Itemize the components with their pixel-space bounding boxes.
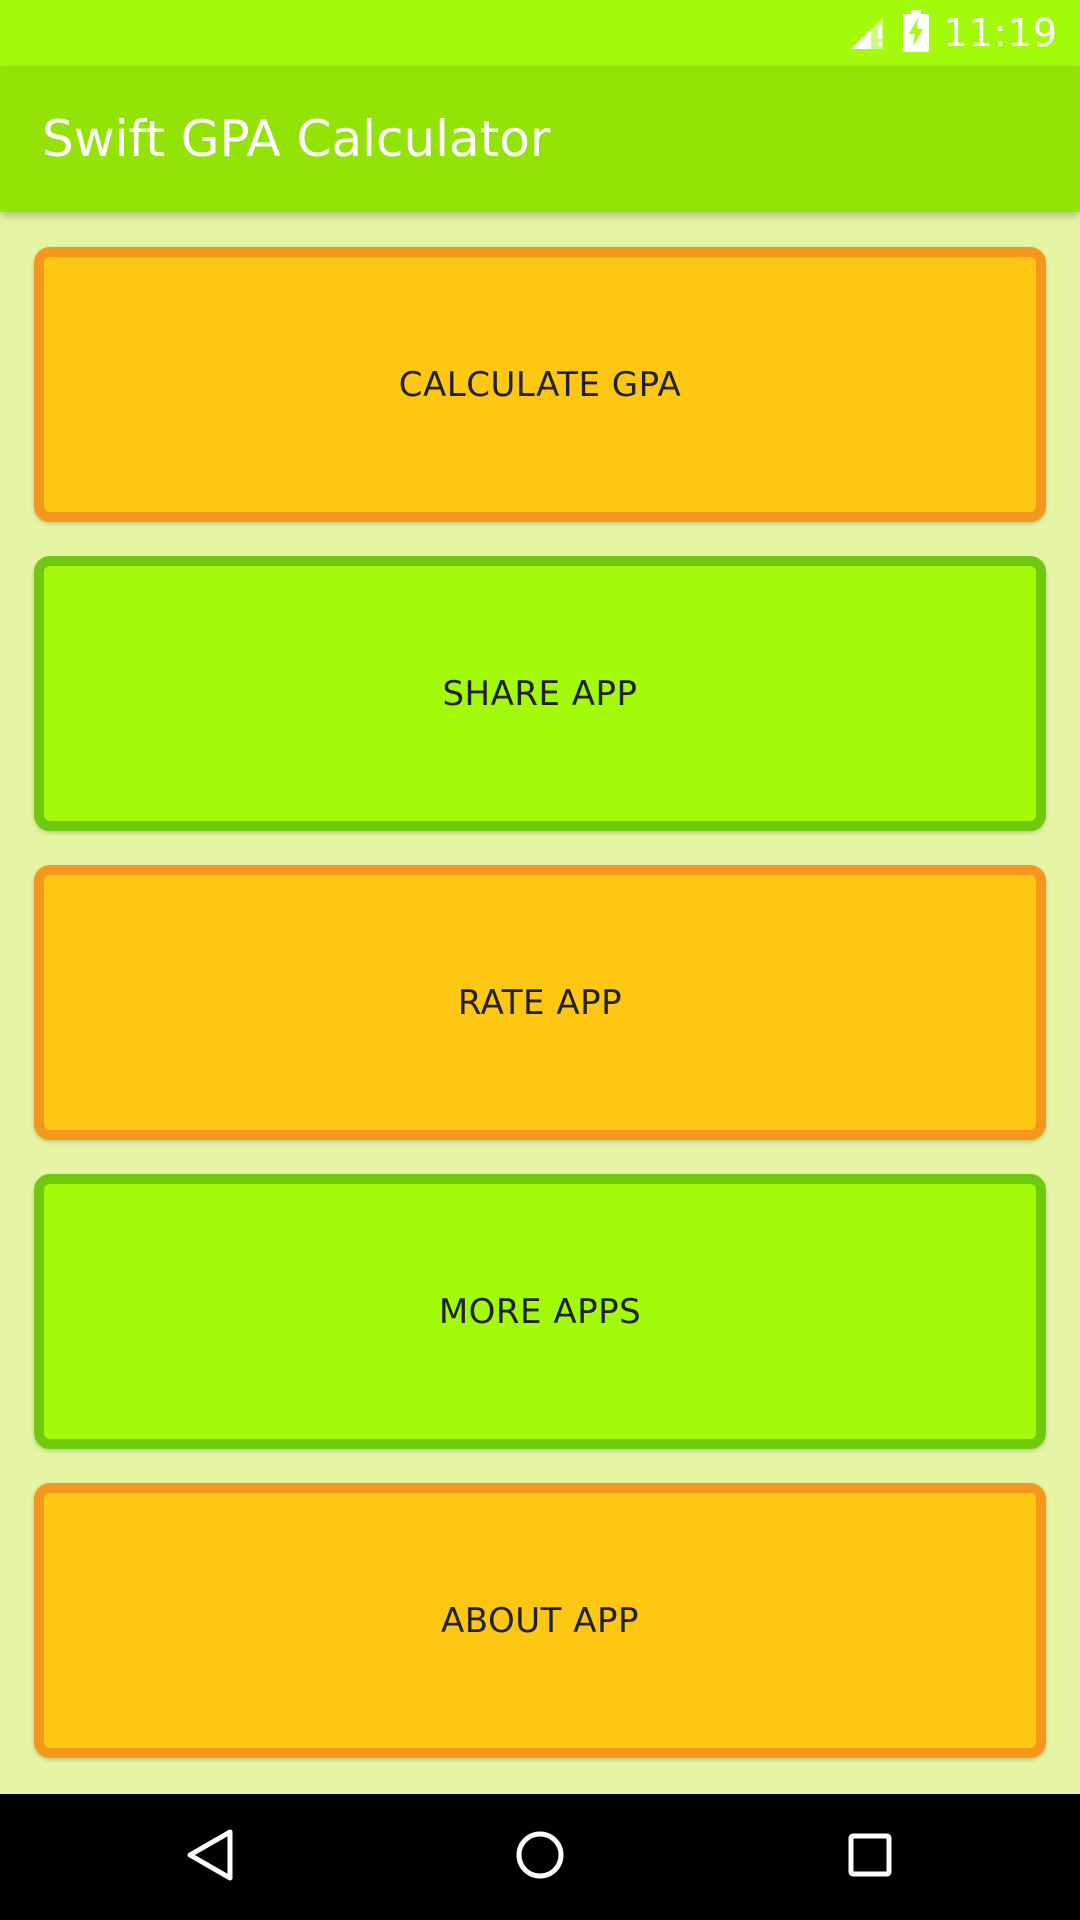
- app-bar: Swift GPA Calculator: [0, 66, 1080, 212]
- home-button[interactable]: [460, 1794, 620, 1920]
- recents-button[interactable]: [790, 1794, 950, 1920]
- share-app-button[interactable]: SHARE APP: [34, 556, 1046, 831]
- share-app-label: SHARE APP: [442, 673, 638, 714]
- more-apps-button[interactable]: MORE APPS: [34, 1174, 1046, 1449]
- more-apps-label: MORE APPS: [438, 1291, 642, 1332]
- about-app-label: ABOUT APP: [441, 1600, 639, 1641]
- rate-app-button[interactable]: RATE APP: [34, 865, 1046, 1140]
- recents-icon: [846, 1831, 894, 1884]
- rate-app-label: RATE APP: [457, 982, 623, 1023]
- status-icons: 11:19: [849, 0, 1058, 66]
- back-button[interactable]: [130, 1794, 290, 1920]
- battery-charging-icon: [903, 9, 930, 57]
- status-time: 11:19: [943, 11, 1058, 55]
- calculate-gpa-label: CALCULATE GPA: [398, 364, 682, 405]
- app-title: Swift GPA Calculator: [42, 110, 551, 168]
- back-icon: [184, 1827, 236, 1888]
- signal-icon: [849, 11, 889, 56]
- calculate-gpa-button[interactable]: CALCULATE GPA: [34, 247, 1046, 522]
- about-app-button[interactable]: ABOUT APP: [34, 1483, 1046, 1758]
- navigation-bar: [0, 1794, 1080, 1920]
- home-icon: [514, 1829, 566, 1886]
- main-menu: CALCULATE GPA SHARE APP RATE APP MORE AP…: [34, 247, 1046, 1792]
- status-bar: 11:19: [0, 0, 1080, 66]
